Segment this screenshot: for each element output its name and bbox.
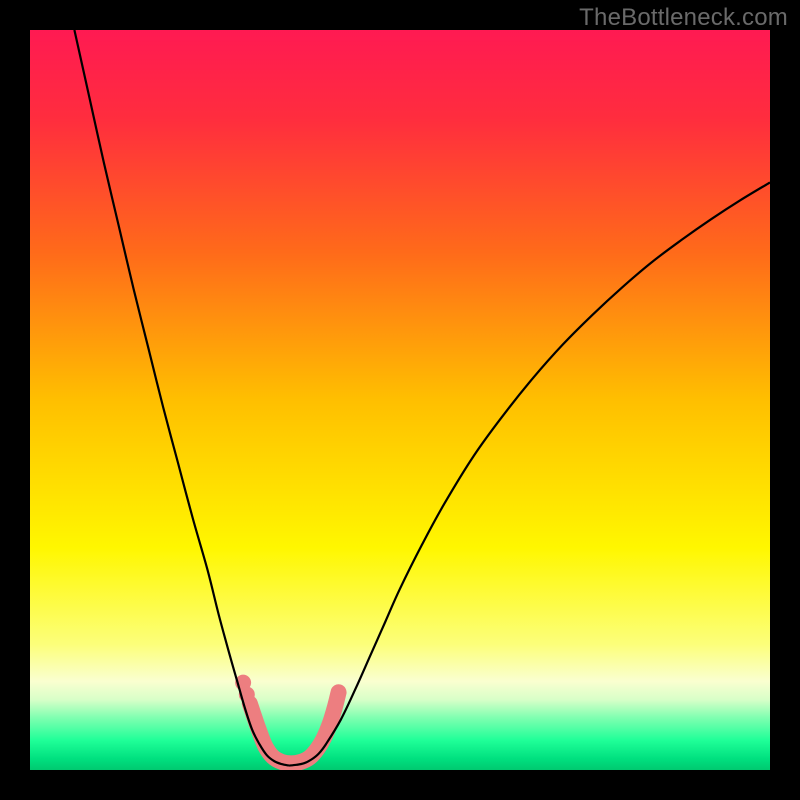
bottleneck-chart	[0, 0, 800, 800]
watermark-text: TheBottleneck.com	[579, 4, 788, 32]
chart-frame: TheBottleneck.com	[0, 0, 800, 800]
plot-background	[30, 30, 770, 770]
